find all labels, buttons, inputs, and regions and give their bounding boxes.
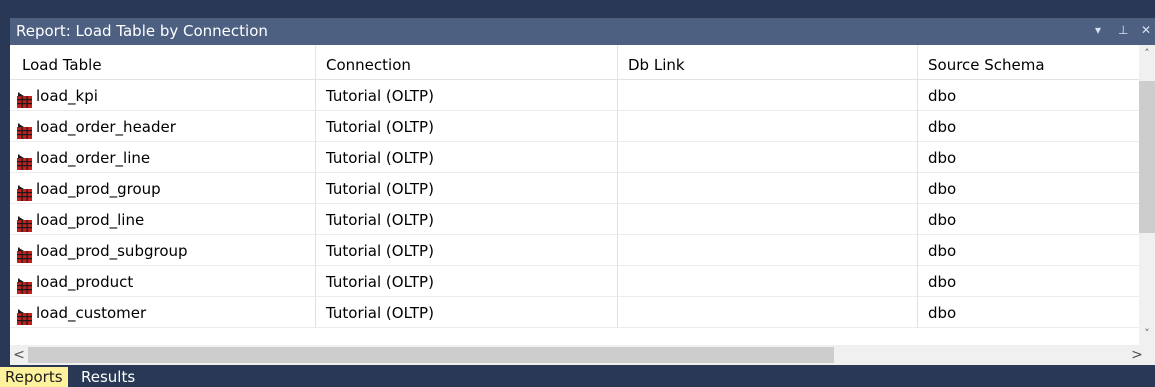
db-link-cell <box>618 235 918 266</box>
load-table-cell: load_customer <box>10 297 316 328</box>
horizontal-scrollbar[interactable]: < > <box>10 345 1155 365</box>
source-schema-cell: dbo <box>918 142 1139 173</box>
panel-titlebar[interactable]: Report: Load Table by Connection ▾ ⊥ ✕ <box>10 18 1155 45</box>
connection-cell: Tutorial (OLTP) <box>316 204 618 235</box>
table-row[interactable]: load_prod_line Tutorial (OLTP) dbo <box>10 204 1139 235</box>
load-table-icon <box>16 243 33 263</box>
load-table-cell: load_product <box>10 266 316 297</box>
load-table-cell: load_order_header <box>10 111 316 142</box>
db-link-cell <box>618 204 918 235</box>
connection-cell: Tutorial (OLTP) <box>316 235 618 266</box>
connection-cell: Tutorial (OLTP) <box>316 80 618 111</box>
load-table-icon <box>16 88 33 108</box>
column-header-connection[interactable]: Connection <box>316 45 618 79</box>
table-row[interactable]: load_product Tutorial (OLTP) dbo <box>10 266 1139 297</box>
source-schema-cell: dbo <box>918 235 1139 266</box>
source-schema-cell: dbo <box>918 297 1139 328</box>
scroll-up-icon[interactable]: ˄ <box>1139 45 1155 62</box>
tab-results[interactable]: Results <box>76 367 140 387</box>
table-row[interactable]: load_customer Tutorial (OLTP) dbo <box>10 297 1139 328</box>
db-link-cell <box>618 173 918 204</box>
report-grid[interactable]: Load Table Connection Db Link Source Sch… <box>10 45 1155 365</box>
load-table-icon <box>16 181 33 201</box>
tab-reports[interactable]: Reports <box>0 367 68 387</box>
table-row[interactable]: load_order_line Tutorial (OLTP) dbo <box>10 142 1139 173</box>
load-table-name: load_kpi <box>36 87 98 105</box>
load-table-name: load_prod_subgroup <box>36 242 188 260</box>
bottom-tab-bar: Reports Results <box>0 365 1155 387</box>
panel-title: Report: Load Table by Connection <box>16 22 268 40</box>
pin-icon[interactable]: ⊥ <box>1118 23 1128 37</box>
load-table-icon <box>16 305 33 325</box>
load-table-name: load_order_line <box>36 149 151 167</box>
scroll-left-icon[interactable]: < <box>10 345 28 365</box>
load-table-name: load_prod_group <box>36 180 161 198</box>
load-table-cell: load_prod_line <box>10 204 316 235</box>
column-header-row: Load Table Connection Db Link Source Sch… <box>10 45 1139 80</box>
connection-cell: Tutorial (OLTP) <box>316 297 618 328</box>
source-schema-cell: dbo <box>918 173 1139 204</box>
load-table-name: load_product <box>36 273 134 291</box>
source-schema-cell: dbo <box>918 266 1139 297</box>
db-link-cell <box>618 111 918 142</box>
load-table-cell: load_prod_subgroup <box>10 235 316 266</box>
load-table-icon <box>16 212 33 232</box>
load-table-cell: load_kpi <box>10 80 316 111</box>
vertical-scrollbar[interactable]: ˄ ˅ <box>1139 45 1155 345</box>
source-schema-cell: dbo <box>918 80 1139 111</box>
connection-cell: Tutorial (OLTP) <box>316 111 618 142</box>
load-table-name: load_order_header <box>36 118 176 136</box>
load-table-icon <box>16 119 33 139</box>
table-row[interactable]: load_prod_subgroup Tutorial (OLTP) dbo <box>10 235 1139 266</box>
load-table-name: load_customer <box>36 304 147 322</box>
close-icon[interactable]: ✕ <box>1141 23 1151 37</box>
vertical-scroll-thumb[interactable] <box>1139 81 1155 233</box>
scroll-down-icon[interactable]: ˅ <box>1139 325 1155 342</box>
table-row[interactable]: load_order_header Tutorial (OLTP) dbo <box>10 111 1139 142</box>
scroll-right-icon[interactable]: > <box>1128 345 1146 365</box>
connection-cell: Tutorial (OLTP) <box>316 266 618 297</box>
report-window: Report: Load Table by Connection ▾ ⊥ ✕ L… <box>0 0 1155 387</box>
column-header-db-link[interactable]: Db Link <box>618 45 918 79</box>
load-table-icon <box>16 274 33 294</box>
db-link-cell <box>618 80 918 111</box>
dropdown-arrow-icon[interactable]: ▾ <box>1095 23 1101 37</box>
table-row[interactable]: load_prod_group Tutorial (OLTP) dbo <box>10 173 1139 204</box>
db-link-cell <box>618 266 918 297</box>
column-header-load-table[interactable]: Load Table <box>10 45 316 79</box>
db-link-cell <box>618 297 918 328</box>
column-header-source-schema[interactable]: Source Schema <box>918 45 1139 79</box>
table-row[interactable]: load_kpi Tutorial (OLTP) dbo <box>10 80 1139 111</box>
load-table-cell: load_order_line <box>10 142 316 173</box>
source-schema-cell: dbo <box>918 111 1139 142</box>
source-schema-cell: dbo <box>918 204 1139 235</box>
connection-cell: Tutorial (OLTP) <box>316 173 618 204</box>
load-table-icon <box>16 150 33 170</box>
load-table-cell: load_prod_group <box>10 173 316 204</box>
load-table-name: load_prod_line <box>36 211 145 229</box>
horizontal-scroll-thumb[interactable] <box>28 347 834 363</box>
db-link-cell <box>618 142 918 173</box>
connection-cell: Tutorial (OLTP) <box>316 142 618 173</box>
